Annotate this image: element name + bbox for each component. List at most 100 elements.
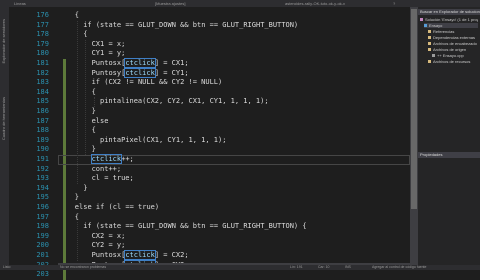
code-line[interactable]: pintalinea(CX2, CY2, CX1, CY1, 1, 1, 1); — [100, 97, 269, 107]
reference-highlight: ctclick — [124, 67, 156, 78]
solution-tree-label: Archivos de origen — [433, 47, 467, 52]
code-line[interactable]: Puntosy[ctclick] = CY1; — [91, 67, 189, 79]
code-token: } — [74, 193, 80, 202]
code-token: { — [74, 212, 80, 221]
solution-tree-item[interactable]: Referencias — [428, 29, 478, 34]
folder-icon — [432, 54, 435, 58]
line-number: 188 — [36, 126, 49, 135]
solution-tree-item[interactable]: Ensayo — [424, 23, 478, 28]
folder-icon — [428, 30, 431, 34]
server-explorer-tab[interactable]: Explorador de servidores — [1, 19, 6, 63]
activity-bar: Explorador de servidores Cuadro de herra… — [0, 7, 9, 265]
code-token: else if (cl == true) — [74, 203, 160, 211]
code-token: ++; — [121, 155, 134, 163]
folder-icon — [428, 42, 431, 46]
code-line[interactable]: if (state == GLUT_DOWN && btn == GLUT_RI… — [83, 222, 306, 232]
line-number: 176 — [36, 11, 49, 19]
change-marker — [63, 270, 66, 280]
scrollbar-thumb[interactable] — [411, 9, 417, 209]
line-number: 178 — [36, 30, 49, 39]
code-line[interactable]: } — [92, 145, 96, 155]
code-line[interactable]: cont++; — [92, 165, 122, 175]
line-number: 201 — [36, 251, 49, 259]
code-line[interactable]: cl = true; — [92, 174, 134, 184]
code-token: ] = CY1; — [154, 68, 189, 77]
line-number: 180 — [36, 49, 49, 58]
tab-strip: Lineas [Muestra ajustes] asteroides-rall… — [0, 0, 480, 7]
code-token: CX2 = x; — [91, 231, 126, 240]
code-line[interactable]: else — [92, 117, 109, 127]
solution-tree-label: Archivos de recursos — [433, 59, 471, 64]
code-line[interactable]: CY1 = y; — [92, 49, 126, 59]
folder-icon — [428, 60, 431, 64]
code-line[interactable]: } — [92, 107, 96, 117]
solution-tree-item[interactable]: Dependencias externas — [428, 35, 478, 40]
code-line[interactable]: else if (cl == true) — [75, 203, 159, 213]
properties-header: Propiedades — [418, 152, 480, 158]
solution-tree-item[interactable]: Solución 'Ensayo' (1 de 1 proyecto) — [420, 17, 478, 22]
line-number: 200 — [36, 241, 49, 250]
code-token: pintalinea(CX2, CY2, CX1, CY1, 1, 1, 1); — [100, 97, 269, 106]
code-line[interactable]: { — [83, 30, 87, 40]
code-line[interactable]: { — [75, 213, 79, 223]
source-control-button[interactable]: Agregar al control de código fuente — [372, 265, 426, 270]
code-line[interactable]: } — [83, 184, 87, 194]
toolbox-tab[interactable]: Cuadro de herramientas — [1, 97, 6, 140]
code-line[interactable]: { — [92, 126, 96, 136]
folder-icon — [428, 48, 431, 52]
line-number: 194 — [36, 183, 49, 192]
folder-icon — [428, 36, 431, 40]
code-token: { — [91, 87, 96, 96]
line-number: 181 — [36, 59, 49, 67]
reference-highlight: ctclick — [124, 250, 156, 260]
code-line[interactable]: ctclick++; — [90, 154, 134, 165]
solution-tree-label: Referencias — [433, 29, 455, 34]
code-token: { — [91, 126, 96, 135]
solution-explorer-search[interactable]: Buscar en Explorador de soluciones — [418, 9, 480, 15]
code-line[interactable]: { — [75, 11, 79, 21]
solution-tree-item[interactable]: ++ Ensayo.cpp — [432, 53, 478, 58]
line-number: 195 — [36, 193, 49, 202]
status-ins: INS — [345, 265, 351, 269]
solution-tree-item[interactable]: Archivos de recursos — [428, 59, 478, 64]
line-number: 198 — [36, 222, 49, 231]
line-number: 192 — [36, 164, 49, 173]
indent-guide — [76, 20, 78, 184]
code-line[interactable]: if (state == GLUT_DOWN && btn == GLUT_RI… — [83, 21, 298, 31]
code-line[interactable]: CX2 = x; — [92, 232, 126, 242]
code-token: if (CX2 != NULL && CY2 != NULL) — [91, 78, 223, 87]
line-number: 187 — [36, 116, 49, 125]
line-number: 189 — [36, 135, 49, 144]
code-line[interactable]: if (CX2 != NULL && CY2 != NULL) — [92, 78, 223, 88]
solution-tree-label: Dependencias externas — [433, 35, 476, 40]
code-token: ] = CX2; — [154, 251, 189, 259]
code-editor[interactable]: {if (state == GLUT_DOWN && btn == GLUT_R… — [58, 7, 410, 265]
code-line[interactable]: } — [75, 193, 79, 203]
code-line[interactable]: CX1 = x; — [92, 40, 126, 50]
folder-icon — [424, 24, 427, 28]
line-number: 183 — [36, 78, 49, 87]
indent-guide — [85, 39, 87, 155]
code-line[interactable]: CY2 = y; — [92, 241, 126, 251]
code-line[interactable]: Puntosx[ctclick] = CX1; — [92, 58, 189, 69]
line-number: 199 — [36, 231, 49, 240]
code-token: if (state == GLUT_DOWN && btn == GLUT_RI… — [83, 20, 299, 29]
line-number: 185 — [36, 97, 49, 106]
code-token: cont++; — [91, 164, 122, 173]
code-line[interactable]: { — [92, 88, 96, 98]
code-line[interactable]: pintaPixel(CX1, CY1, 1, 1, 1); — [100, 136, 226, 146]
status-bar: Listo No se encontraron problemas Lín: 1… — [0, 265, 480, 270]
code-line[interactable]: Puntosx[ctclick] = CX2; — [92, 250, 189, 261]
reference-highlight: ctclick — [90, 154, 123, 164]
code-token: else — [91, 116, 109, 125]
code-token: CY2 = y; — [91, 241, 126, 250]
line-number: 179 — [36, 39, 49, 48]
solution-tree-item[interactable]: Archivos de origen — [428, 47, 478, 52]
solution-tree-item[interactable]: Archivos de encabezado — [428, 41, 478, 46]
indent-guide — [93, 97, 95, 107]
status-line: Lín: 191 — [290, 265, 303, 269]
code-token: ] = CX1; — [154, 59, 189, 67]
status-problems[interactable]: No se encontraron problemas — [60, 265, 106, 270]
code-token: } — [91, 145, 96, 154]
code-token: Puntosy[ — [91, 68, 126, 77]
